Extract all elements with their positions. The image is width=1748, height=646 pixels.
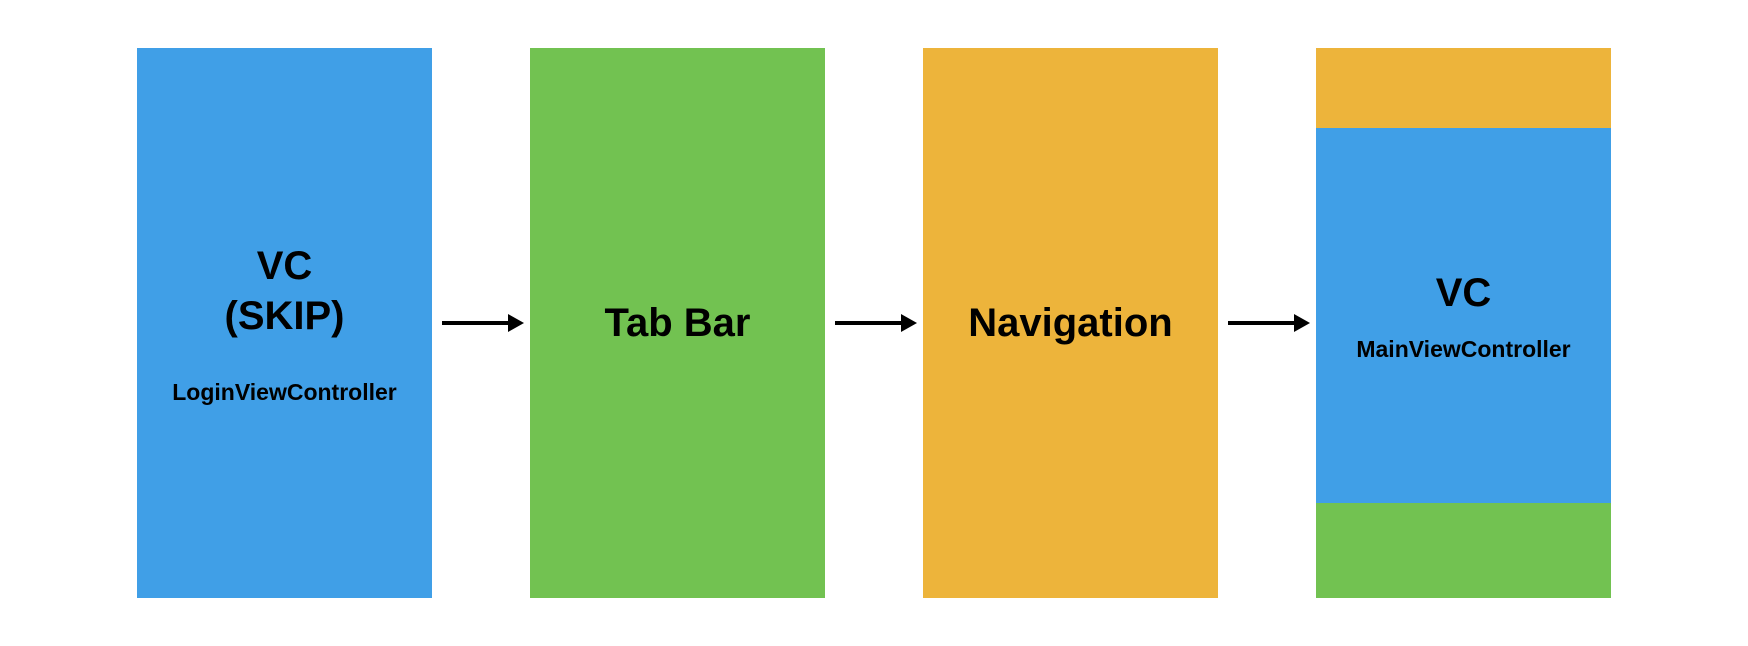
arrow-icon — [825, 311, 923, 335]
arrow-icon — [432, 311, 530, 335]
box-subtitle: LoginViewController — [172, 379, 396, 406]
box-title: Tab Bar — [605, 298, 751, 348]
arrow-icon — [1218, 311, 1316, 335]
box-subtitle: MainViewController — [1356, 336, 1570, 363]
box-title: VC (SKIP) — [225, 241, 345, 341]
tab-bar-strip — [1316, 503, 1611, 598]
nav-bar-strip — [1316, 48, 1611, 128]
login-vc-box: VC (SKIP) LoginViewController — [137, 48, 432, 598]
box-title: Navigation — [968, 298, 1172, 348]
main-vc-stacked-box: VC MainViewController — [1316, 48, 1611, 598]
tab-bar-box: Tab Bar — [530, 48, 825, 598]
navigation-box: Navigation — [923, 48, 1218, 598]
flow-diagram: VC (SKIP) LoginViewController Tab Bar Na… — [0, 0, 1748, 646]
main-vc-content: VC MainViewController — [1316, 128, 1611, 503]
box-title: VC — [1436, 268, 1492, 318]
